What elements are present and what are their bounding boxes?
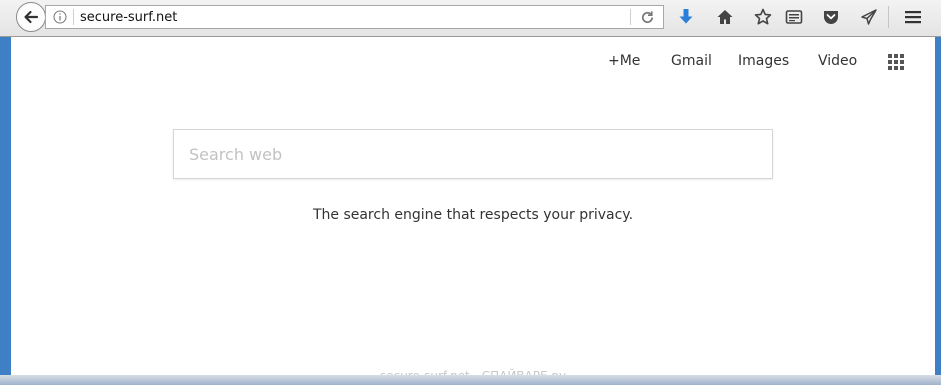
reload-icon[interactable]: [640, 10, 655, 25]
search-box[interactable]: [173, 129, 773, 179]
web-page: +Me Gmail Images Video The search engine…: [11, 37, 935, 383]
tagline: The search engine that respects your pri…: [312, 207, 634, 223]
nav-link-me[interactable]: +Me: [608, 53, 640, 69]
apps-grid-icon[interactable]: [888, 54, 904, 70]
toolbar-separator: [888, 6, 889, 28]
browser-toolbar: secure-surf.net: [0, 0, 941, 37]
url-text[interactable]: secure-surf.net: [80, 10, 177, 25]
nav-link-images[interactable]: Images: [738, 53, 789, 69]
reading-list-icon[interactable]: [785, 8, 803, 26]
pocket-icon[interactable]: [822, 8, 840, 26]
search-input[interactable]: [174, 130, 772, 178]
download-icon[interactable]: [677, 8, 695, 26]
home-icon[interactable]: [716, 8, 734, 26]
window-bottom-edge: [0, 375, 941, 385]
bookmark-star-icon[interactable]: [754, 8, 772, 26]
send-tab-icon[interactable]: [860, 8, 878, 26]
back-arrow-icon: [24, 10, 39, 24]
reload-separator: [630, 9, 631, 25]
menu-icon[interactable]: [904, 8, 922, 26]
nav-link-video[interactable]: Video: [818, 53, 857, 69]
back-button[interactable]: [16, 2, 46, 32]
url-separator: [73, 9, 74, 25]
url-bar[interactable]: secure-surf.net: [45, 5, 664, 29]
info-icon[interactable]: [53, 10, 67, 24]
nav-link-gmail[interactable]: Gmail: [671, 53, 712, 69]
